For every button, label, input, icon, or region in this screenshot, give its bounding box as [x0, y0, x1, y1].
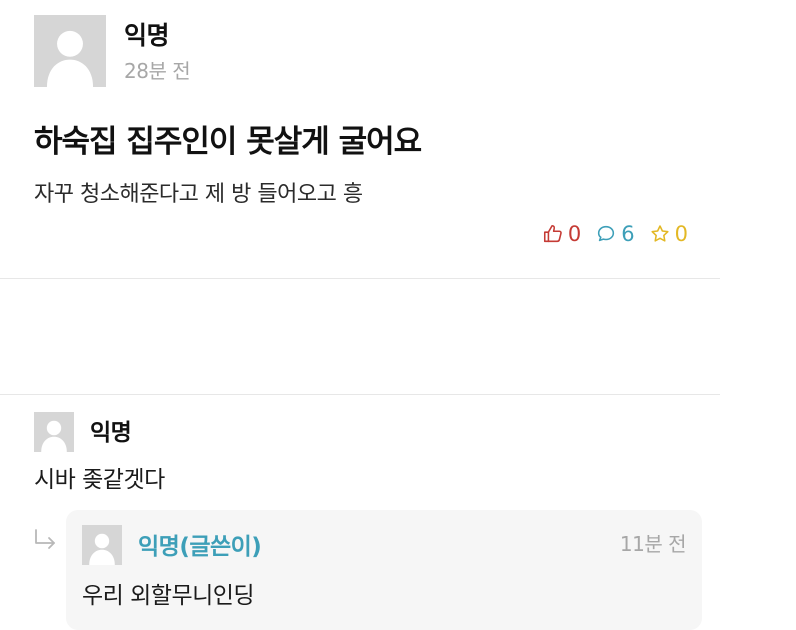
- post-author: 익명: [124, 21, 170, 50]
- speech-bubble-icon: [598, 225, 615, 242]
- post-body: 자꾸 청소해준다고 제 방 들어오고 흥: [34, 182, 363, 207]
- post-title: 하숙집 집주인이 못살게 굴어요: [34, 124, 422, 160]
- comment-author-avatar-icon: [34, 412, 74, 452]
- comments-divider: [0, 394, 720, 395]
- reply-text: 우리 외할무니인딩: [82, 583, 255, 609]
- scrap-button[interactable]: 0: [649, 222, 688, 246]
- reply-author-avatar-icon: [82, 525, 122, 565]
- reply-author: 익명(글쓴이): [138, 534, 262, 560]
- reply-arrow-icon: [35, 529, 55, 549]
- star-icon: [651, 225, 669, 242]
- comment-text: 시바 좆같겟다: [34, 467, 165, 493]
- comment-count-button[interactable]: 6: [595, 222, 635, 246]
- like-count: 0: [567, 222, 582, 246]
- post: 익명 28분 전 하숙집 집주인이 못살게 굴어요 자꾸 청소해준다고 제 방 …: [0, 0, 720, 279]
- comment-count: 6: [621, 222, 635, 246]
- thumbs-up-icon: [543, 224, 562, 243]
- reply-time: 11분 전: [619, 532, 687, 556]
- post-time: 28분 전: [124, 59, 191, 83]
- reply-comment: 익명(글쓴이) 11분 전 우리 외할무니인딩: [66, 510, 702, 630]
- scrap-count: 0: [674, 222, 688, 246]
- post-stats: 0 6 0: [542, 222, 688, 246]
- like-button[interactable]: 0: [542, 222, 581, 246]
- comment-author: 익명: [90, 420, 132, 446]
- post-author-avatar-icon: [34, 15, 106, 87]
